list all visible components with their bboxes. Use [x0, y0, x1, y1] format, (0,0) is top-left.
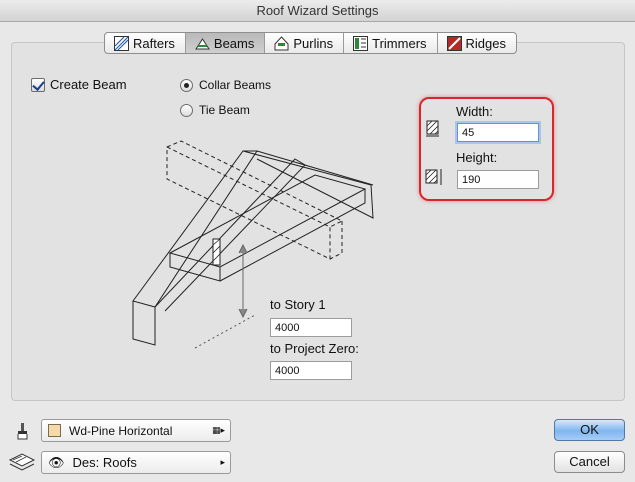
project-zero-field[interactable]: 4000: [270, 361, 352, 380]
project-zero-label: to Project Zero:: [270, 341, 359, 356]
height-field[interactable]: 190: [457, 170, 539, 189]
beams-icon: [194, 37, 210, 49]
tab-bar: Rafters Beams Purlins Trimmers Ridges: [104, 32, 517, 54]
purlins-icon: [274, 35, 289, 50]
width-dimension-icon: [426, 120, 439, 137]
rafters-icon: [114, 35, 129, 51]
tie-beam-radio[interactable]: Tie Beam: [180, 103, 250, 117]
tab-trimmers[interactable]: Trimmers: [344, 33, 438, 53]
ok-button[interactable]: OK: [554, 419, 625, 441]
material-label: Wd-Pine Horizontal: [69, 423, 173, 438]
tab-ridges-label: Ridges: [465, 35, 506, 51]
collar-beams-label: Collar Beams: [199, 78, 272, 92]
material-menu-icon: ▦▸: [211, 425, 225, 435]
width-label: Width:: [456, 104, 493, 119]
ridges-icon: [446, 35, 462, 51]
story-offset-field[interactable]: 4000: [270, 318, 352, 337]
collar-beams-radio-button[interactable]: [180, 78, 193, 92]
material-swatch: [48, 424, 61, 437]
height-label: Height:: [456, 150, 498, 165]
tab-trimmers-label: Trimmers: [372, 35, 427, 51]
tie-beam-label: Tie Beam: [199, 103, 250, 117]
tab-ridges[interactable]: Ridges: [438, 33, 516, 53]
eye-icon: 👁: [48, 454, 65, 470]
paintbrush-icon: [17, 423, 28, 440]
width-field[interactable]: 45: [457, 123, 539, 142]
create-beam-check[interactable]: [31, 77, 45, 92]
window-title: Roof Wizard Settings: [0, 0, 635, 22]
layer-menu-icon: ▸: [220, 457, 225, 467]
collar-beams-radio[interactable]: Collar Beams: [180, 78, 271, 92]
tab-purlins[interactable]: Purlins: [265, 33, 345, 53]
cancel-button[interactable]: Cancel: [554, 451, 625, 473]
layer-label: Des: Roofs: [72, 455, 137, 470]
create-beam-label: Create Beam: [50, 77, 127, 92]
tab-purlins-label: Purlins: [293, 35, 334, 51]
height-dimension-icon: [425, 169, 442, 185]
tab-rafters-label: Rafters: [133, 35, 175, 51]
roof-wizard-dialog: Roof Wizard Settings Rafters Beams Purli…: [0, 0, 635, 482]
layers-icon: [8, 453, 36, 471]
trimmers-icon: [353, 35, 369, 51]
create-beam-checkbox[interactable]: Create Beam: [31, 77, 127, 92]
tie-beam-radio-button[interactable]: [180, 103, 193, 117]
tab-beams-label: Beams: [213, 35, 255, 51]
story-label: to Story 1: [270, 297, 326, 312]
layer-popup[interactable]: 👁 Des: Roofs ▸: [41, 451, 231, 474]
tab-rafters[interactable]: Rafters: [105, 33, 186, 53]
material-popup[interactable]: Wd-Pine Horizontal ▦▸: [41, 419, 231, 442]
tab-beams[interactable]: Beams: [185, 33, 266, 53]
